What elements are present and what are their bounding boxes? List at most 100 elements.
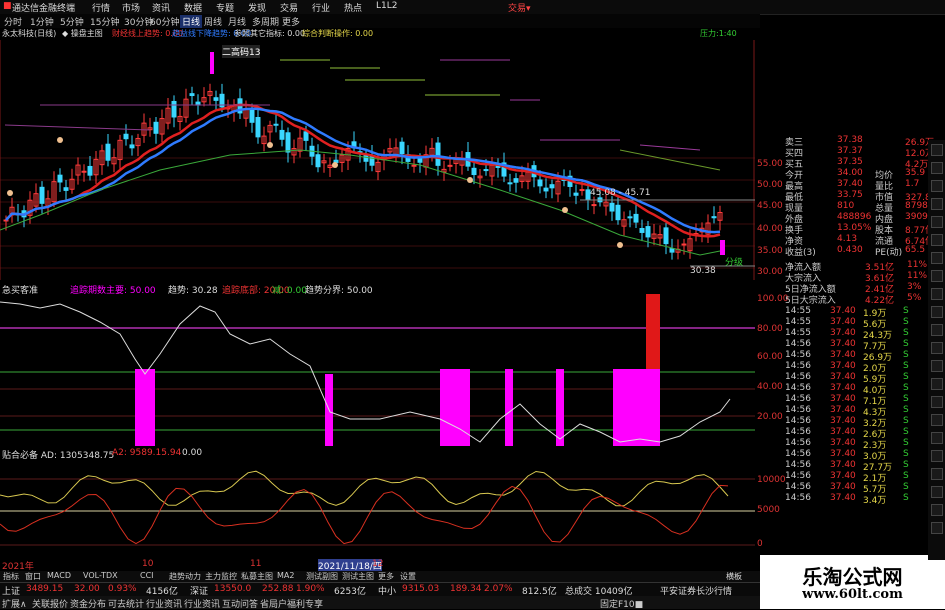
toolbar-icon[interactable] xyxy=(931,342,943,354)
indicator-tab[interactable]: 趋势动力 xyxy=(169,571,201,582)
indicator-tab[interactable]: 私募主图 xyxy=(241,571,273,582)
f10-button[interactable]: 固定F10■ xyxy=(600,597,643,610)
menu-item[interactable]: 发现 xyxy=(248,1,266,14)
indicator-tab[interactable]: VOL-TDX xyxy=(83,571,118,580)
toolbar-icon[interactable] xyxy=(931,198,943,210)
indicator-tab[interactable]: 窗口 xyxy=(25,571,41,582)
bottom-link[interactable]: 省局户福利专享 xyxy=(260,597,323,610)
orientation-toggle[interactable]: 横板 xyxy=(726,571,742,582)
candle-body xyxy=(711,216,717,219)
oscillator-chart[interactable] xyxy=(0,294,755,448)
bottom-link[interactable]: 扩展∧ xyxy=(2,597,27,610)
indicator-tab[interactable]: 设置 xyxy=(400,571,416,582)
signal-marker xyxy=(267,142,273,148)
indicator-tab[interactable]: MACD xyxy=(47,571,71,580)
toolbar-icon[interactable] xyxy=(931,162,943,174)
toolbar-icon[interactable] xyxy=(931,324,943,336)
quote-value: 35.9 xyxy=(905,168,926,178)
toolbar-icon[interactable] xyxy=(931,504,943,516)
stock-name: 永太科技(日线) xyxy=(2,29,57,38)
candle-body xyxy=(549,184,555,189)
menu-item[interactable]: 资讯 xyxy=(152,1,170,14)
candle-body xyxy=(591,204,597,207)
candle-body xyxy=(363,154,369,162)
ad-chart[interactable] xyxy=(0,459,755,559)
candle-body xyxy=(627,216,633,219)
menu-item[interactable]: 市场 xyxy=(122,1,140,14)
period-tab-active[interactable]: 日线 xyxy=(180,15,203,28)
indicator-tab[interactable]: MA2 xyxy=(277,571,294,580)
indicator-tab[interactable]: 更多 xyxy=(378,571,394,582)
tick-side: S xyxy=(903,471,909,481)
period-tab[interactable]: 分时 xyxy=(4,15,22,28)
period-tab[interactable]: 60分钟 xyxy=(150,15,179,28)
period-tab[interactable]: 周线 xyxy=(204,15,222,28)
indicator-tab[interactable]: 主力监控 xyxy=(205,571,237,582)
indicator-tab[interactable]: CCI xyxy=(140,571,154,580)
period-tab[interactable]: 更多 xyxy=(282,15,300,28)
bottom-link[interactable]: 互动问答 xyxy=(222,597,258,610)
period-tab[interactable]: 月线 xyxy=(228,15,246,28)
toolbar-icon[interactable] xyxy=(931,486,943,498)
menu-item[interactable]: 数据 xyxy=(184,1,202,14)
tick-time: 14:55 xyxy=(785,317,811,327)
menu-item[interactable]: 行业 xyxy=(312,1,330,14)
indicator-tab[interactable]: 测试副图 xyxy=(306,571,338,582)
toolbar-icon[interactable] xyxy=(931,144,943,156)
candlestick-chart[interactable] xyxy=(0,40,755,280)
menu-item[interactable]: 交易 xyxy=(280,1,298,14)
sub2-value: A2: 9589.15.94 xyxy=(112,448,182,458)
signal-marker xyxy=(7,190,13,196)
trade-button[interactable]: 交易▾ xyxy=(508,1,531,14)
bottom-link[interactable]: 资金分布 xyxy=(70,597,106,610)
menu-item[interactable]: 行情 xyxy=(92,1,110,14)
candle-body xyxy=(129,144,135,149)
toolbar-icon[interactable] xyxy=(931,180,943,192)
toolbar-icon[interactable] xyxy=(931,432,943,444)
time-label: 11 xyxy=(250,559,262,569)
main-indicator-line: 永太科技(日线) ◆ 操盘主图 财经线上趋势: 0.00 趋益线下降趋势: 0.… xyxy=(0,28,755,40)
tick-side: S xyxy=(903,416,909,426)
menu-item[interactable]: 专题 xyxy=(216,1,234,14)
toolbar-icon[interactable] xyxy=(931,468,943,480)
indicator-value: 压力:1:40 xyxy=(700,29,737,38)
quote-value: 1.7 xyxy=(905,179,920,189)
tick-time: 14:56 xyxy=(785,405,811,415)
period-tab[interactable]: 15分钟 xyxy=(90,15,119,28)
bottom-link[interactable]: 行业资讯 xyxy=(146,597,182,610)
period-tab[interactable]: 1分钟 xyxy=(30,15,54,28)
indicator-tab[interactable]: 测试主图 xyxy=(342,571,374,582)
quote-value: 4.13 xyxy=(837,234,858,244)
ad-line-red xyxy=(0,484,729,545)
toolbar-icon[interactable] xyxy=(931,306,943,318)
flow-key: 5日大宗流入 xyxy=(785,296,836,306)
tick-time: 14:56 xyxy=(785,482,811,492)
toolbar-icon[interactable] xyxy=(931,522,943,534)
indicator-tab[interactable]: 指标 xyxy=(3,571,19,582)
bottom-link[interactable]: 关联报价 xyxy=(32,597,68,610)
toolbar-icon[interactable] xyxy=(931,234,943,246)
quote-value: 488896 xyxy=(837,212,872,222)
channel-line xyxy=(639,144,701,151)
toolbar-icon[interactable] xyxy=(931,252,943,264)
tick-time: 14:56 xyxy=(785,416,811,426)
period-tab[interactable]: 5分钟 xyxy=(60,15,84,28)
quote-value: 33.75 xyxy=(837,190,863,200)
toolbar-icon[interactable] xyxy=(931,360,943,372)
candle-body xyxy=(639,227,645,233)
menu-item[interactable]: 热点 xyxy=(344,1,362,14)
bottom-link[interactable]: 可去统计 xyxy=(108,597,144,610)
toolbar-icon[interactable] xyxy=(931,216,943,228)
toolbar-icon[interactable] xyxy=(931,396,943,408)
toolbar-icon[interactable] xyxy=(931,414,943,426)
period-tab[interactable]: 多周期 xyxy=(252,15,279,28)
toolbar-icon[interactable] xyxy=(931,450,943,462)
toolbar-icon[interactable] xyxy=(931,270,943,282)
menu-item[interactable]: L1L2 xyxy=(376,1,397,11)
toolbar-icon[interactable] xyxy=(931,288,943,300)
candle-body xyxy=(255,116,261,138)
bottom-link[interactable]: 行业资讯 xyxy=(184,597,220,610)
candle-body xyxy=(105,143,111,161)
toolbar-icon[interactable] xyxy=(931,378,943,390)
main-indicator-name[interactable]: ◆ 操盘主图 xyxy=(62,28,103,39)
